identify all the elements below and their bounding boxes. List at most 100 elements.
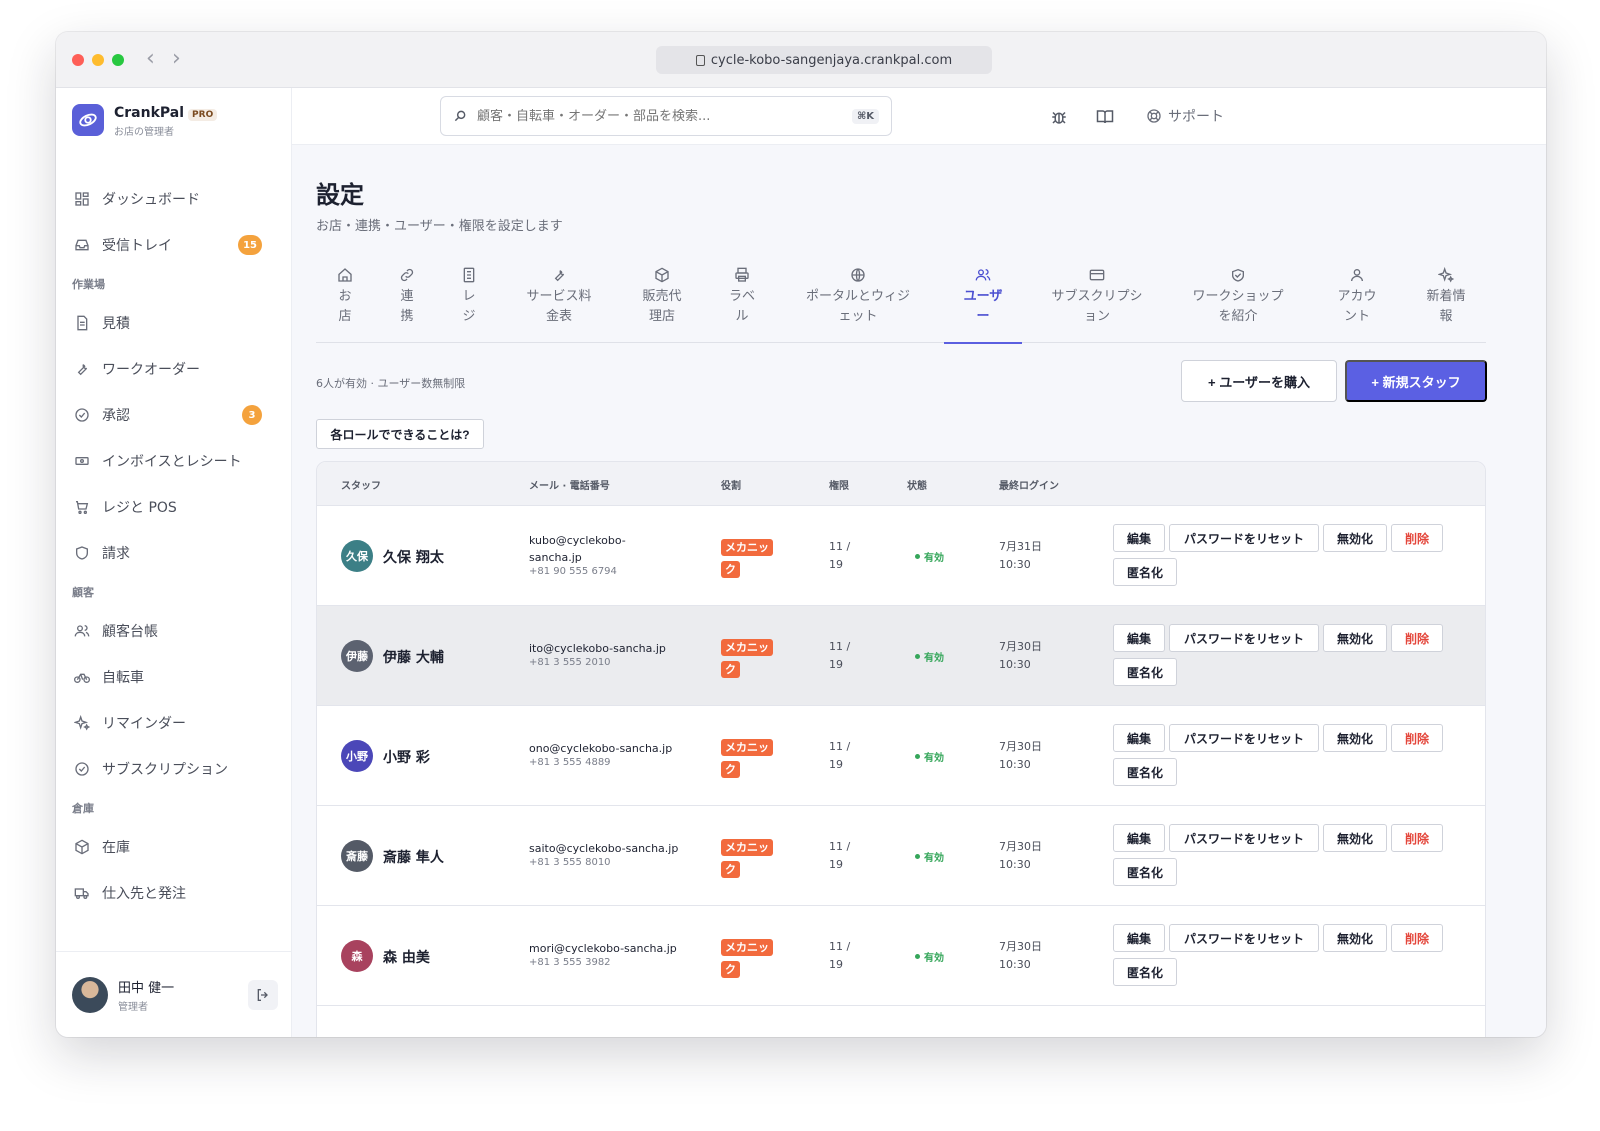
sidebar-item-suppliers[interactable]: 仕入先と発注	[56, 870, 292, 916]
reset-password-button[interactable]: パスワードをリセット	[1169, 824, 1319, 852]
reset-password-button[interactable]: パスワードをリセット	[1169, 624, 1319, 652]
tab-labels[interactable]: ラベ ル	[722, 263, 762, 343]
global-search[interactable]: ⌘K	[440, 96, 892, 136]
status-label: 有効	[924, 653, 944, 664]
edit-button[interactable]: 編集	[1113, 824, 1165, 852]
logout-button[interactable]	[248, 980, 278, 1010]
staff-email: saito@cyclekobo-sancha.jp	[529, 842, 679, 855]
sidebar-item-invoices[interactable]: インボイスとレシート	[56, 438, 292, 484]
delete-button[interactable]: 削除	[1391, 624, 1443, 652]
anonymize-button[interactable]: 匿名化	[1113, 658, 1177, 686]
sidebar-item-estimates[interactable]: 見積	[56, 300, 292, 346]
user-name: 田中 健一	[118, 980, 175, 996]
check-circle-icon	[75, 762, 89, 776]
support-link[interactable]: サポート	[1146, 106, 1224, 126]
role-badge: メカニック	[721, 636, 777, 680]
delete-button[interactable]: 削除	[1391, 524, 1443, 552]
sidebar-item-reminders[interactable]: リマインダー	[56, 700, 292, 746]
anonymize-button[interactable]: 匿名化	[1113, 558, 1177, 586]
role-info-button[interactable]: 各ロールでできることは?	[316, 419, 484, 449]
tab-service-rates[interactable]: サービス料 金表	[516, 263, 602, 343]
page-title: 設定	[316, 181, 364, 209]
search-input[interactable]	[477, 108, 837, 124]
tab-account[interactable]: アカウ ント	[1326, 263, 1388, 343]
staff-phone: +81 3 555 8010	[529, 857, 611, 868]
browser-titlebar: ‹ › cycle-kobo-sangenjaya.crankpal.com	[56, 32, 1546, 88]
tab-subscription[interactable]: サブスクリプシ ョン	[1042, 263, 1152, 343]
sidebar-item-label: リマインダー	[102, 716, 186, 732]
sidebar-item-bicycles[interactable]: 自転車	[56, 654, 292, 700]
buy-users-button[interactable]: + ユーザーを購入	[1181, 360, 1337, 402]
main-content: 設定 お店・連携・ユーザー・権限を設定します お 店 連 携 レ ジ サービス料…	[292, 145, 1546, 1037]
reset-password-button[interactable]: パスワードをリセット	[1169, 924, 1319, 952]
edit-button[interactable]: 編集	[1113, 924, 1165, 952]
role-label: メカニック	[721, 739, 773, 778]
tab-portal-widgets[interactable]: ポータルとウィジ ェット	[794, 263, 922, 343]
sidebar-item-pos[interactable]: レジと POS	[56, 484, 292, 530]
disable-button[interactable]: 無効化	[1323, 824, 1387, 852]
sidebar-item-subscriptions[interactable]: サブスクリプション	[56, 746, 292, 792]
tab-dealers[interactable]: 販売代 理店	[634, 263, 690, 343]
brand-name: CrankPal	[114, 105, 185, 121]
tab-shop[interactable]: お 店	[330, 263, 360, 343]
staff-phone: +81 3 555 4889	[529, 757, 611, 768]
status-label: 有効	[924, 953, 944, 964]
sidebar-item-inbox[interactable]: 受信トレイ 15	[56, 222, 292, 268]
last-login: 7月30日 10:30	[999, 940, 1042, 971]
crankpal-logo-icon	[72, 104, 104, 136]
sidebar-item-inventory[interactable]: 在庫	[56, 824, 292, 870]
back-arrow-icon[interactable]: ‹	[146, 46, 155, 71]
sidebar-item-customer-ledger[interactable]: 顧客台帳	[56, 608, 292, 654]
delete-button[interactable]: 削除	[1391, 724, 1443, 752]
tab-whats-new[interactable]: 新着情 報	[1420, 263, 1472, 343]
anonymize-button[interactable]: 匿名化	[1113, 958, 1177, 986]
reset-password-button[interactable]: パスワードをリセット	[1169, 524, 1319, 552]
bug-icon[interactable]	[1050, 108, 1068, 126]
edit-button[interactable]: 編集	[1113, 724, 1165, 752]
avatar: 久保	[341, 540, 373, 572]
minimize-window-button[interactable]	[92, 54, 104, 66]
sidebar-item-label: 請求	[102, 546, 130, 562]
current-user[interactable]: 田中 健一 管理者	[56, 951, 292, 1037]
tab-register[interactable]: レ ジ	[454, 263, 484, 343]
delete-button[interactable]: 削除	[1391, 924, 1443, 952]
disable-button[interactable]: 無効化	[1323, 624, 1387, 652]
last-login: 7月30日 10:30	[999, 740, 1042, 771]
section-warehouse: 倉庫	[72, 802, 94, 815]
tab-users[interactable]: ユーザ ー	[944, 263, 1022, 344]
disable-button[interactable]: 無効化	[1323, 524, 1387, 552]
role-badge: メカニック	[721, 836, 777, 880]
table-row: 斎藤 斎藤 隼人 saito@cyclekobo-sancha.jp +81 3 55…	[317, 806, 1485, 906]
disable-button[interactable]: 無効化	[1323, 724, 1387, 752]
brand[interactable]: CrankPal PRO お店の管理者	[72, 102, 218, 138]
forward-arrow-icon[interactable]: ›	[172, 46, 181, 71]
sidebar-item-approvals[interactable]: 承認 3	[56, 392, 292, 438]
new-staff-button[interactable]: + 新規スタッフ	[1345, 360, 1487, 402]
tab-refer-workshop[interactable]: ワークショップ を紹介	[1182, 263, 1294, 343]
truck-icon	[74, 888, 89, 899]
settings-tabs: お 店 連 携 レ ジ サービス料 金表 販売代 理店 ラベ ル ポータルとウィ…	[316, 263, 1486, 344]
anonymize-button[interactable]: 匿名化	[1113, 858, 1177, 886]
permission-count: 11 / 19	[829, 740, 851, 771]
avatar	[72, 976, 108, 1013]
address-bar[interactable]: cycle-kobo-sangenjaya.crankpal.com	[656, 46, 992, 74]
maximize-window-button[interactable]	[112, 54, 124, 66]
role-badge: メカニック	[721, 736, 777, 780]
reset-password-button[interactable]: パスワードをリセット	[1169, 724, 1319, 752]
lock-icon	[695, 54, 705, 66]
anonymize-button[interactable]: 匿名化	[1113, 758, 1177, 786]
role-label: メカニック	[721, 939, 773, 978]
sidebar-item-billing[interactable]: 請求	[56, 530, 292, 576]
book-icon[interactable]	[1096, 108, 1114, 126]
delete-button[interactable]: 削除	[1391, 824, 1443, 852]
close-window-button[interactable]	[72, 54, 84, 66]
sidebar-item-dashboard[interactable]: ダッシュボード	[56, 176, 292, 222]
wrench-icon	[77, 364, 88, 376]
status-dot-icon	[915, 754, 920, 759]
sidebar-nav: ダッシュボード 受信トレイ 15 作業場 見積 ワークオーダー 承認 3 インボ…	[56, 176, 292, 916]
edit-button[interactable]: 編集	[1113, 524, 1165, 552]
tab-integrations[interactable]: 連 携	[392, 263, 422, 343]
edit-button[interactable]: 編集	[1113, 624, 1165, 652]
disable-button[interactable]: 無効化	[1323, 924, 1387, 952]
sidebar-item-work-orders[interactable]: ワークオーダー	[56, 346, 292, 392]
